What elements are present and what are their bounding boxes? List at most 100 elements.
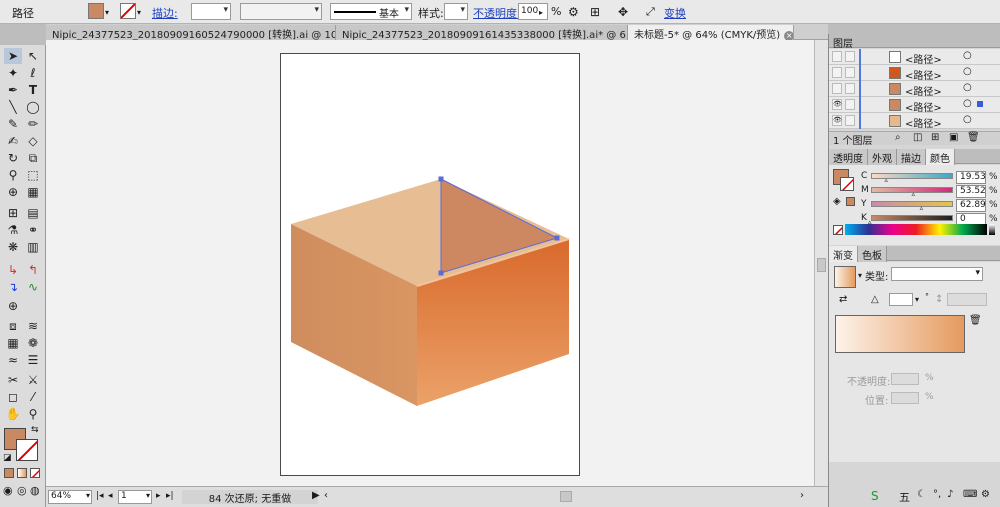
new-layer-icon[interactable]: ▣ [949,132,958,143]
hand-tool-icon[interactable]: ✋ [4,406,22,422]
anchor-convert-icon[interactable]: ↰ [24,262,42,278]
crosshair-tool-icon[interactable]: ⊕ [4,298,22,314]
tab-document-2[interactable]: Nipic_24377523_20180909161435338000 [转换]… [336,25,628,40]
channel-value[interactable]: 19.53 [956,171,986,184]
fill-swatch[interactable] [88,3,104,19]
stroke-profile-dropdown[interactable]: 基本 ▾ [330,3,412,20]
graphic-style-dropdown[interactable]: ▾ [444,3,468,20]
tab-swatches[interactable]: 色板 [858,246,887,263]
visibility-icon[interactable]: 👁 [832,115,842,126]
shape-builder-tool-icon[interactable]: ⊕ [4,184,22,200]
tab-document-active[interactable]: 未标题-5* @ 64% (CMYK/预览) × [628,25,794,40]
eyedropper-tool-icon[interactable]: ⚗ [4,222,22,238]
channel-slider[interactable] [871,201,953,207]
artboard-tool-icon[interactable]: ⧈ [4,318,22,334]
last-color-swatch[interactable] [846,197,855,206]
gradient-slider[interactable] [835,315,965,353]
knife-tool-icon[interactable]: ⚔ [24,372,42,388]
stroke-none-swatch[interactable] [120,3,136,19]
lasso-tool-icon[interactable]: ℓ [24,65,42,81]
visibility-icon[interactable]: 👁 [832,99,842,110]
column-graph-tool-icon[interactable]: ▥ [24,239,42,255]
first-artboard-icon[interactable]: |◂ [96,491,104,501]
rotate-tool-icon[interactable]: ↻ [4,150,22,166]
zoom-tool-icon[interactable]: ⚲ [24,406,42,422]
channel-value[interactable]: 53.52 [956,185,986,198]
layer-row[interactable]: <路径> ○ [829,49,1000,66]
scale-tool-icon[interactable]: ⧉ [24,150,42,166]
stroke-label[interactable]: 描边: [152,5,178,21]
new-sublayer-icon[interactable]: ⊞ [931,132,939,143]
input-mode-icon[interactable]: 五 [899,489,910,505]
delete-stop-icon[interactable]: 🗑 [969,315,982,326]
variable-width-dropdown[interactable]: ▾ [240,3,322,20]
path-join-icon[interactable]: ↴ [4,279,22,295]
prev-artboard-icon[interactable]: ◂ [108,491,113,501]
reverse-gradient-icon[interactable]: ⇄ [839,294,847,305]
twirl-tool-icon[interactable]: ❁ [24,335,42,351]
tab-gradient[interactable]: 渐变 [829,246,858,263]
stroke-weight-input[interactable]: ▾ [191,3,231,20]
recolor-icon[interactable]: ⚙ [568,5,579,19]
layer-row[interactable]: 👁 <路径> ○ [829,113,1000,130]
scroll-left-icon[interactable]: ‹ [324,490,328,501]
last-artboard-icon[interactable]: ▸| [166,491,174,501]
settings-icon[interactable]: ⚙ [981,489,990,500]
target-icon[interactable]: ○ [963,66,972,77]
horizontal-scroll-thumb[interactable] [560,491,572,502]
target-icon[interactable]: ○ [963,114,972,125]
artboard-number-dropdown[interactable]: 1 ▾ [118,490,152,504]
target-icon[interactable]: ○ [963,50,972,61]
visibility-icon[interactable] [832,67,842,78]
default-colors-icon[interactable]: ◪ [3,453,12,463]
color-spectrum-bar[interactable] [845,224,987,235]
opacity-label[interactable]: 不透明度: [473,5,521,21]
crop-area-icon[interactable]: ◻ [4,389,22,405]
perspective-grid-tool-icon[interactable]: ▦ [24,184,42,200]
tab-document-1[interactable]: Nipic_24377523_20180909160524790000 [转换]… [46,25,336,40]
blob-brush-tool-icon[interactable]: ✍ [4,133,22,149]
mesh-tool-icon[interactable]: ⊞ [4,205,22,221]
visibility-icon[interactable] [832,51,842,62]
pencil-tool-icon[interactable]: ✏ [24,116,42,132]
layer-row[interactable]: <路径> ○ [829,65,1000,82]
close-icon[interactable]: × [784,31,793,40]
target-icon[interactable]: ○ [963,82,972,93]
color-stroke-box[interactable] [840,177,854,191]
transform-link[interactable]: 变换 [664,5,686,21]
gradient-preview-swatch[interactable] [834,266,856,288]
lock-toggle[interactable] [845,99,855,110]
none-mode-icon[interactable] [30,468,40,478]
next-artboard-icon[interactable]: ▸ [156,491,161,501]
pen-tool-icon[interactable]: ✒ [4,82,22,98]
keyboard-icon[interactable]: ⌨ [963,489,977,500]
expand-icon[interactable]: ⤢ [646,5,655,19]
lock-toggle[interactable] [845,67,855,78]
warp-tool-icon[interactable]: ≋ [24,318,42,334]
artboard[interactable] [280,53,580,476]
mesh-grid-icon[interactable]: ▦ [4,335,22,351]
delete-layer-icon[interactable]: 🗑 [967,132,980,143]
punctuation-icon[interactable]: °, [933,489,941,500]
line-tool-icon[interactable]: ╲ [4,99,22,115]
fill-dropdown-arrow-icon[interactable]: ▾ [105,8,109,17]
isolate-icon[interactable]: ✥ [618,5,628,19]
none-color-icon[interactable] [833,225,843,235]
magic-wand-tool-icon[interactable]: ✦ [4,65,22,81]
screen-mode-icon[interactable]: ◍ [30,484,40,497]
opacity-input[interactable]: 100 [518,3,548,20]
symbol-sprayer-tool-icon[interactable]: ❋ [4,239,22,255]
channel-value[interactable]: 62.89 [956,199,986,212]
angle-input[interactable] [889,293,913,306]
scroll-thumb[interactable] [817,258,826,272]
brush-stroke-icon[interactable]: ⁄ [24,389,42,405]
opacity-dropdown-arrow-icon[interactable]: ▸ [539,8,543,17]
status-menu-arrow-icon[interactable]: ▶ [312,490,320,501]
moon-icon[interactable]: ☾ [917,489,926,500]
stroke-color-box[interactable] [16,439,38,461]
black-white-ramp[interactable] [989,224,995,235]
eraser-tool-icon[interactable]: ◇ [24,133,42,149]
anchor-add-icon[interactable]: ↳ [4,262,22,278]
target-icon[interactable]: ○ [963,98,972,109]
box-artwork[interactable] [281,54,581,477]
